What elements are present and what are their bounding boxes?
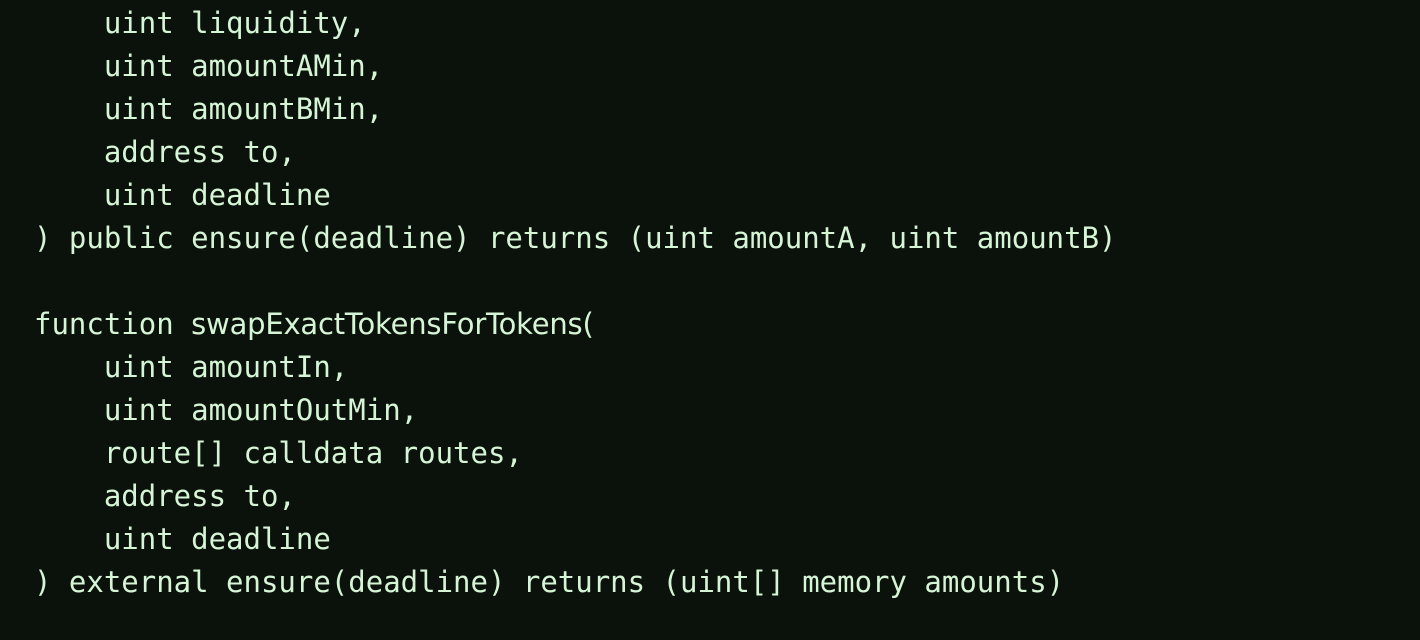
code-line: uint amountBMin, — [34, 92, 384, 126]
code-line: uint deadline — [34, 178, 331, 212]
function-keyword: function — [34, 307, 192, 341]
code-line: uint amountOutMin, — [34, 393, 419, 427]
code-line: address to, — [34, 479, 296, 513]
code-line: uint liquidity, — [34, 6, 366, 40]
code-viewport[interactable]: uint liquidity, uint amountAMin, uint am… — [0, 0, 1420, 640]
function-identifier: swapExactTokensForTokens( — [191, 307, 594, 341]
code-block[interactable]: uint liquidity, uint amountAMin, uint am… — [34, 2, 1117, 604]
code-line-function-declaration: function swapExactTokensForTokens( — [34, 303, 1117, 346]
code-line: uint amountAMin, — [34, 49, 384, 83]
code-line: uint deadline — [34, 522, 331, 556]
code-line: ) public ensure(deadline) returns (uint … — [34, 221, 1117, 255]
code-line: address to, — [34, 135, 296, 169]
code-line: route[] calldata routes, — [34, 436, 523, 470]
code-line: uint amountIn, — [34, 350, 349, 384]
code-line: ) external ensure(deadline) returns (uin… — [34, 565, 1065, 599]
